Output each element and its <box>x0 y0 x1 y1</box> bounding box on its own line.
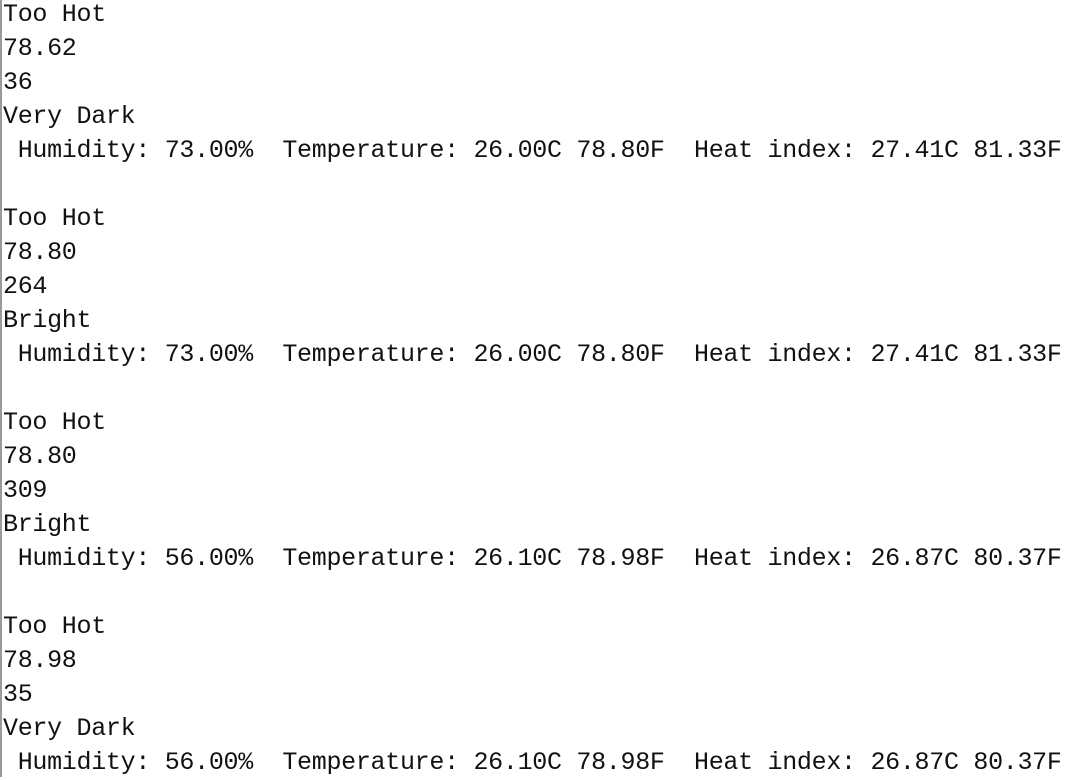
output-line: 78.98 <box>3 646 77 675</box>
serial-output-text[interactable]: Too Hot 78.62 36 Very Dark Humidity: 73.… <box>3 0 1087 780</box>
output-line: Too Hot <box>3 612 106 641</box>
output-line: 78.80 <box>3 238 77 267</box>
output-line: 36 <box>3 68 33 97</box>
output-line: Humidity: 73.00% Temperature: 26.00C 78.… <box>3 136 1062 165</box>
output-line: 78.62 <box>3 34 77 63</box>
output-line-blank <box>3 372 1087 406</box>
output-line: Too Hot <box>3 408 106 437</box>
output-line: 78.80 <box>3 442 77 471</box>
output-line-blank <box>3 168 1087 202</box>
output-line: Humidity: 56.00% Temperature: 26.10C 78.… <box>3 544 1062 573</box>
output-line: Too Hot <box>3 0 106 29</box>
output-line: 309 <box>3 476 48 505</box>
output-line: Humidity: 73.00% Temperature: 26.00C 78.… <box>3 340 1062 369</box>
window-left-border <box>0 0 2 777</box>
output-line: Very Dark <box>3 102 136 131</box>
output-line: Bright <box>3 510 92 539</box>
output-line: 264 <box>3 272 48 301</box>
output-line-blank <box>3 576 1087 610</box>
output-line: Very Dark <box>3 714 136 743</box>
output-line: Bright <box>3 306 92 335</box>
output-line: Too Hot <box>3 204 106 233</box>
output-line: 35 <box>3 680 33 709</box>
output-line: Humidity: 56.00% Temperature: 26.10C 78.… <box>3 748 1062 777</box>
